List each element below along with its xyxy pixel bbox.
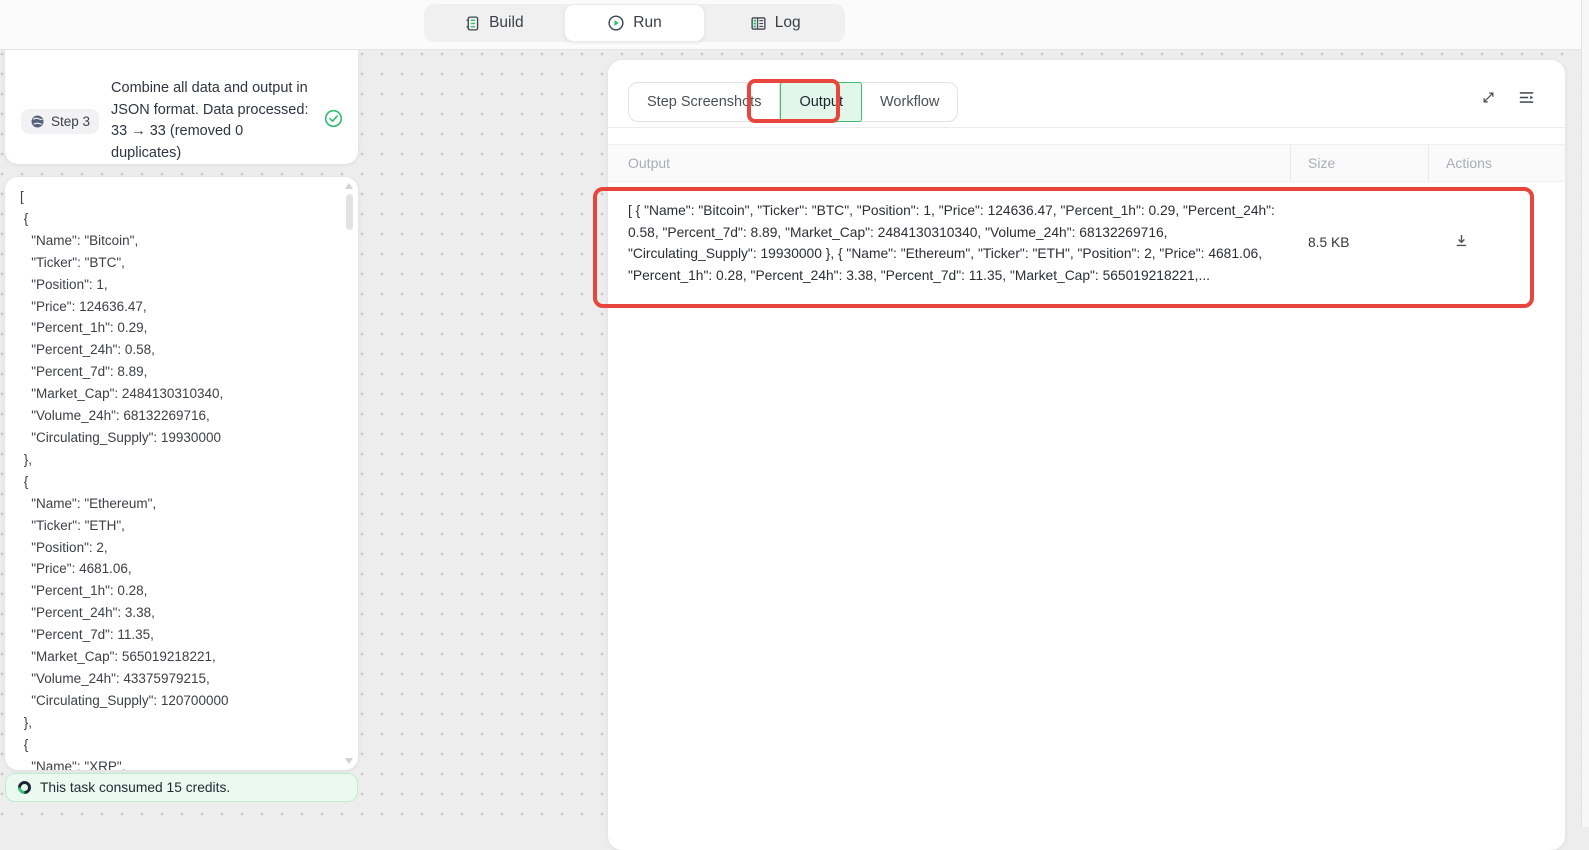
panel-toolbar bbox=[1481, 90, 1535, 105]
download-icon bbox=[1453, 232, 1470, 249]
scroll-down-arrow[interactable] bbox=[345, 758, 353, 764]
run-icon bbox=[607, 14, 625, 32]
output-row-size: 8.5 KB bbox=[1308, 235, 1349, 250]
json-preview-card[interactable]: [ { "Name": "Bitcoin", "Ticker": "BTC", … bbox=[5, 177, 358, 770]
window-scrollbar-track[interactable] bbox=[1581, 0, 1589, 827]
mode-switcher: Build Run Log bbox=[424, 4, 845, 42]
globe-icon bbox=[30, 114, 45, 129]
log-icon bbox=[750, 15, 767, 32]
header-separator bbox=[1290, 145, 1291, 181]
step-badge-label: Step 3 bbox=[51, 114, 90, 129]
output-table-header: Output Size Actions bbox=[608, 144, 1565, 182]
column-header-output: Output bbox=[628, 155, 670, 171]
tab-log[interactable]: Log bbox=[705, 4, 845, 42]
success-check-icon bbox=[324, 109, 343, 133]
step-badge: Step 3 bbox=[21, 109, 99, 134]
json-scrollbar-thumb[interactable] bbox=[346, 194, 353, 230]
spinner-dot-icon bbox=[15, 778, 33, 796]
tab-log-label: Log bbox=[775, 14, 801, 32]
output-panel: Step Screenshots Output Workflow Output … bbox=[608, 60, 1565, 850]
column-header-actions: Actions bbox=[1446, 155, 1492, 171]
panel-divider bbox=[608, 127, 1565, 128]
tab-build-label: Build bbox=[489, 14, 523, 32]
output-row-text: [ { "Name": "Bitcoin", "Ticker": "BTC", … bbox=[628, 200, 1280, 286]
credits-toast: This task consumed 15 credits. bbox=[5, 773, 358, 802]
column-header-size: Size bbox=[1308, 155, 1335, 171]
tab-output[interactable]: Output bbox=[780, 82, 862, 122]
scroll-up-arrow[interactable] bbox=[345, 183, 353, 189]
tab-run[interactable]: Run bbox=[564, 4, 706, 42]
tab-output-label: Output bbox=[799, 94, 843, 110]
tab-workflow-label: Workflow bbox=[880, 94, 939, 110]
step-description: Combine all data and output in JSON form… bbox=[111, 78, 314, 164]
tab-step-screenshots[interactable]: Step Screenshots bbox=[629, 83, 780, 121]
json-preview-text: [ { "Name": "Bitcoin", "Ticker": "BTC", … bbox=[20, 186, 336, 770]
tab-build[interactable]: Build bbox=[424, 4, 564, 42]
header-separator bbox=[1428, 145, 1429, 181]
align-list-icon[interactable] bbox=[1518, 90, 1535, 105]
expand-icon[interactable] bbox=[1481, 90, 1496, 105]
step-row: Step 3 Combine all data and output in JS… bbox=[21, 78, 343, 164]
tab-workflow[interactable]: Workflow bbox=[862, 83, 957, 121]
download-button[interactable] bbox=[1453, 232, 1470, 254]
credits-toast-message: This task consumed 15 credits. bbox=[40, 780, 230, 795]
top-header-band: Build Run Log bbox=[0, 0, 1589, 50]
tab-step-screenshots-label: Step Screenshots bbox=[647, 94, 761, 110]
output-panel-tabs: Step Screenshots Output Workflow bbox=[628, 82, 958, 122]
tab-run-label: Run bbox=[633, 14, 661, 32]
build-icon bbox=[464, 15, 481, 32]
